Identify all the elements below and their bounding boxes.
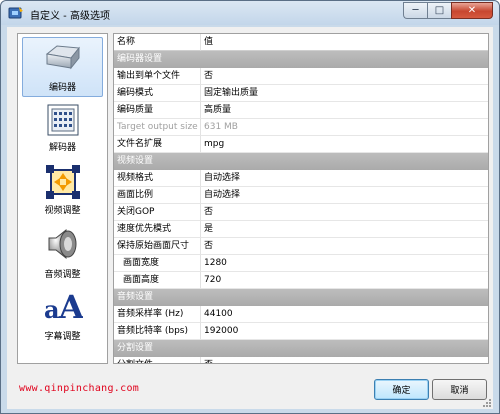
encoder-drive-icon — [45, 45, 80, 70]
table-row[interactable]: 视频格式 自动选择 — [114, 170, 488, 187]
sidebar-item-video-adjust[interactable]: 视频调整 — [22, 162, 103, 222]
sidebar-item-label: 解码器 — [48, 143, 76, 153]
watermark-text: www.qinpinchang.com — [19, 383, 140, 394]
sidebar-item-decoder[interactable]: 解码器 — [22, 100, 103, 160]
table-row[interactable]: 音频采样率 (Hz) 44100 — [114, 306, 488, 323]
table-row[interactable]: 编码质量 高质量 — [114, 102, 488, 119]
sidebar-item-encoder[interactable]: 编码器 — [22, 37, 103, 97]
table-row[interactable]: 保持原始画面尺寸 否 — [114, 238, 488, 255]
decoder-chip-icon — [47, 104, 78, 136]
sidebar-item-label: 字幕调整 — [44, 332, 81, 342]
sidebar-item-label: 音频调整 — [44, 270, 81, 280]
section-audio-settings: 音频设置 — [114, 289, 488, 306]
property-grid: 名称 值 编码器设置 输出到单个文件 否 编码模式 固定输出质量 编码质量 高质… — [113, 33, 489, 364]
table-row[interactable]: 画面比例 自动选择 — [114, 187, 488, 204]
subtitle-letter-icon: a A — [44, 288, 83, 324]
table-row: Target output size 631 MB — [114, 119, 488, 136]
table-row[interactable]: 输出到单个文件 否 — [114, 68, 488, 85]
table-row[interactable]: 文件名扩展 mpg — [114, 136, 488, 153]
sidebar-item-label: 视频调整 — [44, 206, 81, 216]
ok-button[interactable]: 确定 — [374, 379, 429, 400]
video-adjust-icon — [45, 165, 80, 199]
speaker-icon — [48, 228, 76, 260]
table-row[interactable]: 分割文件 否 — [114, 357, 488, 363]
table-row[interactable]: 画面高度 720 — [114, 272, 488, 289]
column-header-value[interactable]: 值 — [201, 34, 488, 51]
app-icon — [8, 7, 23, 19]
resize-grip-icon[interactable] — [482, 398, 492, 408]
title-bar[interactable]: 自定义 - 高级选项 ─ □ ✕ — [1, 1, 499, 25]
sidebar-item-subtitle-adjust[interactable]: a A 字幕调整 — [22, 286, 103, 346]
close-button[interactable]: ✕ — [451, 2, 493, 19]
sidebar-item-audio-adjust[interactable]: 音频调整 — [22, 224, 103, 284]
svg-text:A: A — [58, 288, 83, 324]
table-row[interactable]: 速度优先模式 是 — [114, 221, 488, 238]
dialog-client: 编码器 解码器 视频调整 音频调整 a A 字幕调整 名称 值 编码器设置 输出… — [7, 27, 493, 409]
table-row[interactable]: 音频比特率 (bps) 192000 — [114, 323, 488, 340]
window-title: 自定义 - 高级选项 — [30, 11, 110, 22]
table-row[interactable]: 编码模式 固定输出质量 — [114, 85, 488, 102]
table-row[interactable]: 画面宽度 1280 — [114, 255, 488, 272]
section-video-settings: 视频设置 — [114, 153, 488, 170]
section-encoder-settings: 编码器设置 — [114, 51, 488, 68]
maximize-button[interactable]: □ — [427, 2, 451, 19]
dialog-window: 自定义 - 高级选项 ─ □ ✕ 编码器 解码器 视频调整 音频调整 a A 字… — [0, 0, 500, 414]
category-sidebar: 编码器 解码器 视频调整 音频调整 a A 字幕调整 — [17, 33, 108, 364]
table-row[interactable]: 关闭GOP 否 — [114, 204, 488, 221]
section-split-settings: 分割设置 — [114, 340, 488, 357]
sidebar-item-label: 编码器 — [48, 83, 76, 93]
column-header-name[interactable]: 名称 — [114, 34, 201, 51]
window-controls: ─ □ ✕ — [403, 2, 493, 19]
svg-text:a: a — [44, 295, 60, 324]
minimize-button[interactable]: ─ — [403, 2, 427, 19]
grid-header: 名称 值 — [114, 34, 488, 51]
cancel-button[interactable]: 取消 — [432, 379, 487, 400]
